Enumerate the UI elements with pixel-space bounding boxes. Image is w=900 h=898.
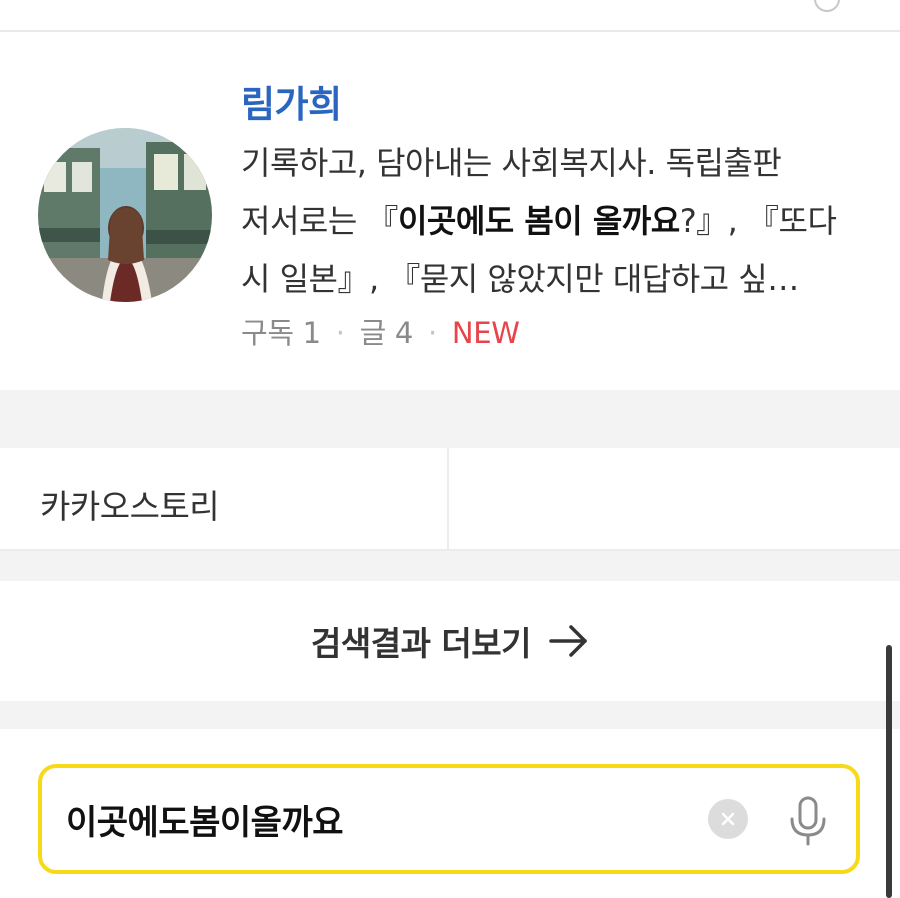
section-divider (0, 390, 900, 448)
author-avatar[interactable] (38, 128, 212, 302)
desc-suffix: ?』, 『또다 (679, 202, 837, 240)
author-name[interactable]: 림가희 (241, 74, 342, 128)
kakaostory-label: 카카오스토리 (40, 487, 220, 526)
new-badge: NEW (451, 316, 520, 350)
top-icon-partial[interactable] (814, 0, 840, 12)
search-box (38, 764, 860, 874)
author-desc-line-2: 저서로는 『이곳에도 봄이 올까요?』, 『또다 (241, 192, 871, 250)
clear-icon[interactable] (708, 799, 748, 839)
meta-separator: · (427, 316, 437, 350)
post-count: 글 4 (359, 316, 414, 350)
author-card[interactable]: 림가희 기록하고, 담아내는 사회복지사. 독립출판 저서로는 『이곳에도 봄이… (0, 34, 900, 390)
more-results-label: 검색결과 더보기 (310, 624, 532, 663)
more-results-button[interactable]: 검색결과 더보기 (0, 581, 900, 701)
top-bar (0, 0, 900, 32)
avatar-photo (38, 128, 212, 302)
section-divider (0, 551, 900, 581)
author-desc-line-1: 기록하고, 담아내는 사회복지사. 독립출판 (241, 144, 782, 182)
empty-cell (451, 448, 900, 549)
author-desc-line-3: 시 일본』, 『묻지 않았지만 대답하고 싶… (241, 260, 799, 298)
meta-separator: · (335, 316, 345, 350)
author-meta: 구독 1 · 글 4 · NEW (241, 310, 520, 352)
author-description[interactable]: 기록하고, 담아내는 사회복지사. 독립출판 저서로는 『이곳에도 봄이 올까요… (241, 134, 871, 308)
search-area (0, 729, 900, 898)
search-input[interactable] (66, 768, 686, 870)
microphone-icon[interactable] (786, 795, 830, 847)
subscriber-count: 구독 1 (241, 316, 321, 350)
desc-highlight: 이곳에도 봄이 올까요 (397, 202, 680, 240)
section-divider (0, 701, 900, 729)
desc-prefix: 저서로는 『 (241, 202, 398, 240)
arrow-right-icon (549, 624, 589, 658)
scrollbar[interactable] (886, 645, 892, 898)
kakaostory-link[interactable]: 카카오스토리 (0, 448, 449, 549)
story-row: 카카오스토리 (0, 448, 900, 551)
